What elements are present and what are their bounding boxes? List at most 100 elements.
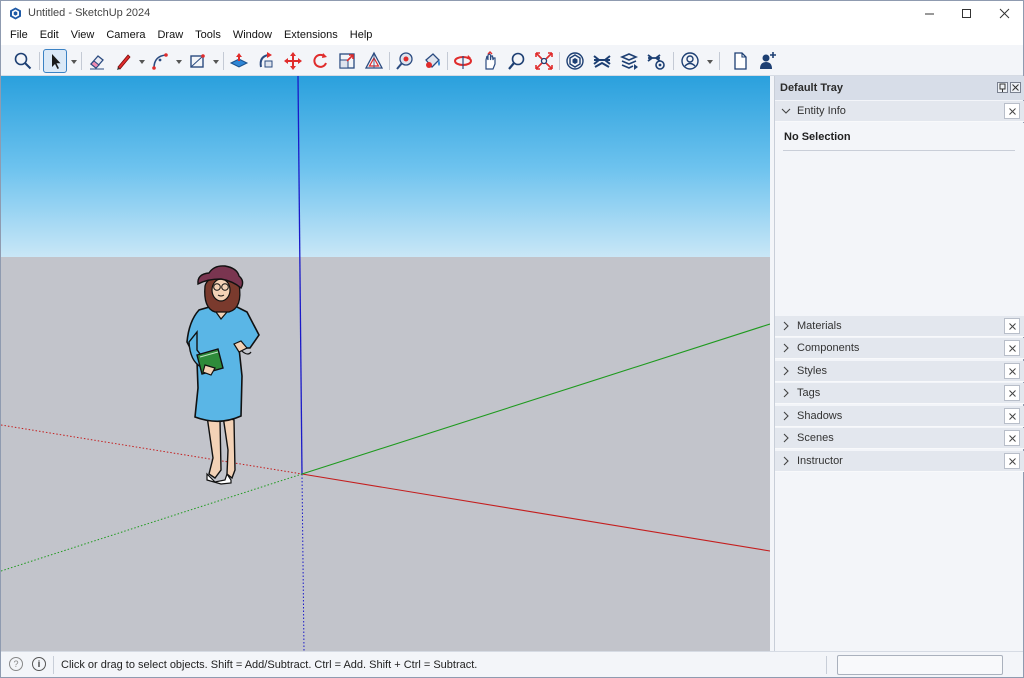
chevron-down-icon bbox=[781, 108, 791, 114]
panel-close-button[interactable] bbox=[1004, 363, 1020, 379]
add-user-button[interactable] bbox=[755, 49, 779, 73]
chevron-right-icon bbox=[783, 366, 789, 376]
profile-button[interactable] bbox=[678, 49, 702, 73]
layout-button[interactable] bbox=[617, 49, 641, 73]
menu-camera[interactable]: Camera bbox=[100, 26, 151, 45]
eraser-tool-button[interactable] bbox=[85, 49, 109, 73]
panel-label: Entity Info bbox=[797, 105, 846, 117]
tape-measure-tool-button[interactable] bbox=[393, 49, 417, 73]
select-tool-button[interactable] bbox=[43, 49, 67, 73]
orbit-icon bbox=[454, 55, 472, 69]
chevron-right-icon bbox=[783, 433, 789, 443]
red-axis-negative bbox=[1, 424, 303, 475]
rectangle-tool-button[interactable] bbox=[185, 49, 209, 73]
close-icon bbox=[1008, 458, 1016, 465]
menu-help[interactable]: Help bbox=[344, 26, 379, 45]
menu-view[interactable]: View bbox=[65, 26, 101, 45]
chevron-down-icon[interactable] bbox=[175, 58, 183, 66]
close-tray-button[interactable] bbox=[1010, 82, 1021, 93]
menu-edit[interactable]: Edit bbox=[34, 26, 65, 45]
chevron-right-icon bbox=[783, 411, 789, 421]
panel-components[interactable]: Components bbox=[775, 338, 1024, 359]
panel-entity-info[interactable]: Entity Info bbox=[775, 101, 1024, 122]
status-bar: ? i Click or drag to select objects. Shi… bbox=[1, 651, 1023, 677]
panel-scenes[interactable]: Scenes bbox=[775, 428, 1024, 449]
offset-tool-button[interactable] bbox=[362, 49, 386, 73]
title-bar: Untitled - SketchUp 2024 bbox=[1, 1, 1023, 26]
close-button[interactable] bbox=[986, 1, 1023, 26]
scale-icon bbox=[339, 53, 355, 69]
panel-shadows[interactable]: Shadows bbox=[775, 406, 1024, 427]
menu-window[interactable]: Window bbox=[227, 26, 278, 45]
panel-tags[interactable]: Tags bbox=[775, 383, 1024, 404]
divider bbox=[783, 150, 1015, 151]
minimize-button[interactable] bbox=[911, 1, 948, 26]
pan-tool-button[interactable] bbox=[478, 49, 502, 73]
close-icon bbox=[999, 8, 1010, 19]
pin-tray-button[interactable] bbox=[997, 82, 1008, 93]
close-icon bbox=[1008, 345, 1016, 352]
entity-info-body: No Selection bbox=[775, 123, 1024, 316]
scale-figure bbox=[186, 265, 260, 485]
panel-close-button[interactable] bbox=[1004, 103, 1020, 119]
panel-close-button[interactable] bbox=[1004, 408, 1020, 424]
menu-tools[interactable]: Tools bbox=[189, 26, 227, 45]
push-pull-tool-button[interactable] bbox=[227, 49, 251, 73]
panel-label: Components bbox=[797, 342, 860, 354]
modeling-viewport[interactable] bbox=[1, 76, 770, 651]
panel-label: Scenes bbox=[797, 432, 834, 444]
paint-bucket-tool-button[interactable] bbox=[420, 49, 444, 73]
chevron-down-icon[interactable] bbox=[138, 58, 146, 66]
panel-close-button[interactable] bbox=[1004, 453, 1020, 469]
panel-instructor[interactable]: Instructor bbox=[775, 451, 1024, 472]
close-icon bbox=[1008, 108, 1016, 115]
scale-tool-button[interactable] bbox=[335, 49, 359, 73]
panel-close-button[interactable] bbox=[1004, 430, 1020, 446]
new-document-button[interactable] bbox=[728, 49, 752, 73]
chevron-down-icon[interactable] bbox=[70, 58, 78, 66]
geo-location-icon[interactable]: ? bbox=[9, 657, 23, 671]
extension-manager-button[interactable] bbox=[644, 49, 668, 73]
search-icon bbox=[14, 52, 32, 70]
line-tool-button[interactable] bbox=[112, 49, 136, 73]
arc-tool-button[interactable] bbox=[148, 49, 172, 73]
search-tool-button[interactable] bbox=[11, 49, 35, 73]
menu-file[interactable]: File bbox=[4, 26, 34, 45]
follow-me-tool-button[interactable] bbox=[254, 49, 278, 73]
orbit-tool-button[interactable] bbox=[451, 49, 475, 73]
menu-draw[interactable]: Draw bbox=[151, 26, 189, 45]
selection-status: No Selection bbox=[784, 131, 851, 143]
status-message: Click or drag to select objects. Shift =… bbox=[61, 659, 478, 671]
chevron-down-icon[interactable] bbox=[212, 58, 220, 66]
sketchup-window: Untitled - SketchUp 2024 File Edit View … bbox=[0, 0, 1024, 678]
maximize-button[interactable] bbox=[948, 1, 985, 26]
menu-extensions[interactable]: Extensions bbox=[278, 26, 344, 45]
push-pull-icon bbox=[229, 53, 249, 68]
3d-warehouse-icon bbox=[566, 52, 584, 70]
zoom-extents-icon bbox=[535, 52, 553, 70]
extension-warehouse-button[interactable] bbox=[590, 49, 614, 73]
info-icon[interactable]: i bbox=[32, 657, 46, 671]
scene-canvas bbox=[1, 76, 770, 651]
chevron-down-icon[interactable] bbox=[706, 58, 714, 66]
chevron-right-icon bbox=[783, 456, 789, 466]
move-tool-button[interactable] bbox=[281, 49, 305, 73]
panel-close-button[interactable] bbox=[1004, 385, 1020, 401]
panel-close-button[interactable] bbox=[1004, 318, 1020, 334]
zoom-tool-button[interactable] bbox=[505, 49, 529, 73]
blue-axis-negative bbox=[301, 473, 305, 651]
maximize-icon bbox=[962, 9, 971, 18]
zoom-extents-tool-button[interactable] bbox=[532, 49, 556, 73]
eraser-icon bbox=[90, 55, 104, 70]
follow-me-icon bbox=[259, 52, 273, 68]
rotate-tool-button[interactable] bbox=[308, 49, 332, 73]
3d-warehouse-button[interactable] bbox=[563, 49, 587, 73]
panel-materials[interactable]: Materials bbox=[775, 316, 1024, 337]
close-icon bbox=[1008, 368, 1016, 375]
panel-close-button[interactable] bbox=[1004, 340, 1020, 356]
blue-axis bbox=[297, 76, 303, 475]
measurements-box[interactable] bbox=[837, 655, 1003, 675]
panel-styles[interactable]: Styles bbox=[775, 361, 1024, 382]
close-icon bbox=[1008, 435, 1016, 442]
panel-label: Tags bbox=[797, 387, 821, 399]
